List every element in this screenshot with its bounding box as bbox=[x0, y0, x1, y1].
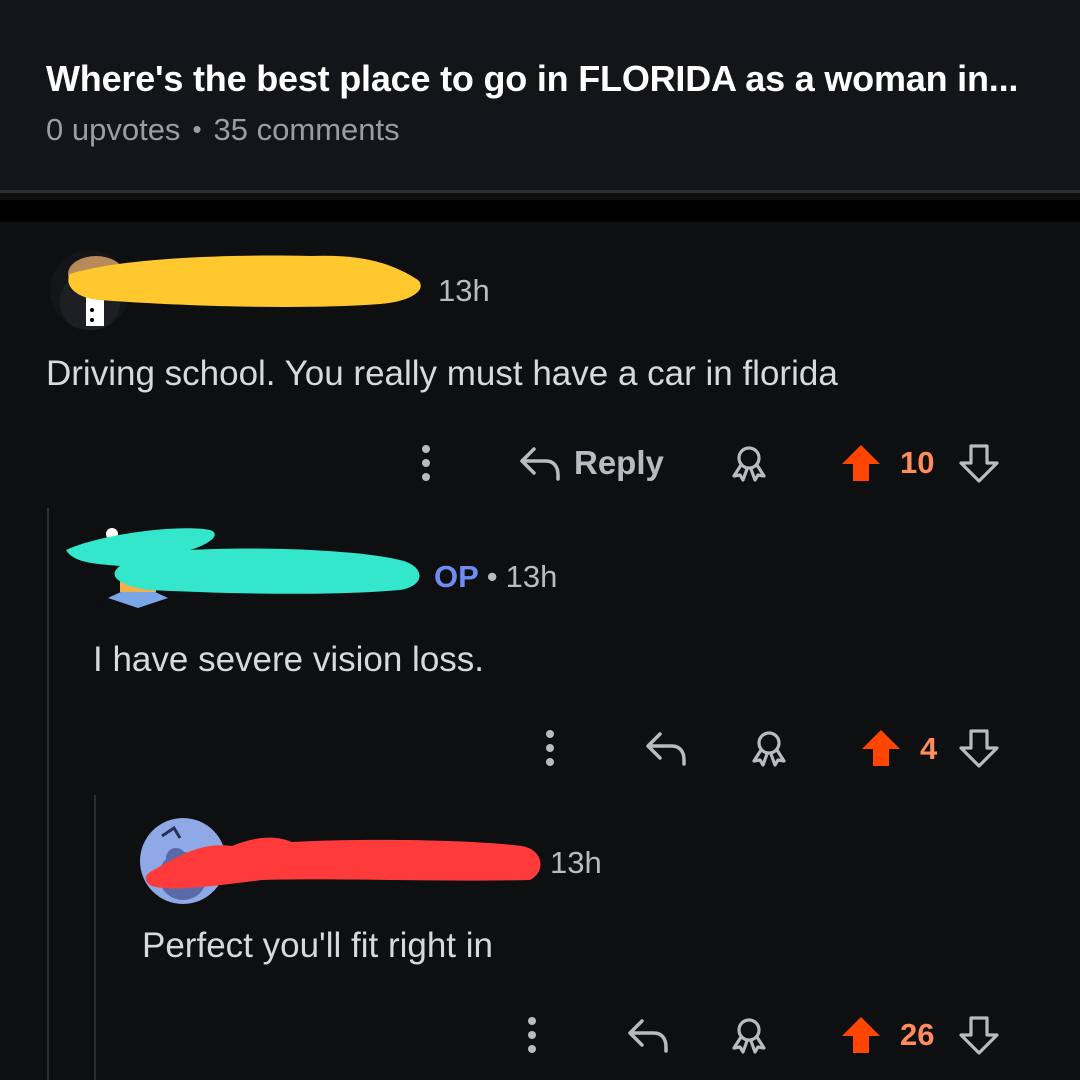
downvote-button[interactable] bbox=[956, 725, 1002, 771]
award-button[interactable] bbox=[746, 725, 792, 771]
vote-count: 10 bbox=[900, 445, 935, 480]
comment-meta: 13h bbox=[550, 845, 602, 881]
upvote-arrow-icon bbox=[842, 445, 880, 481]
comment-time: 13h bbox=[438, 273, 490, 308]
comment-meta: 13h bbox=[438, 273, 490, 309]
thread-line-level-2[interactable] bbox=[94, 795, 96, 1080]
thread-line-level-1[interactable] bbox=[47, 508, 49, 1080]
comment-time: 13h bbox=[505, 559, 558, 594]
award-button[interactable] bbox=[726, 1012, 772, 1058]
more-vertical-icon bbox=[528, 1017, 536, 1053]
reply-button[interactable] bbox=[624, 1012, 672, 1058]
vote-count: 26 bbox=[900, 1017, 935, 1052]
section-divider bbox=[0, 200, 1080, 222]
downvote-arrow-icon bbox=[959, 444, 999, 483]
more-options-button[interactable] bbox=[408, 440, 444, 486]
reply-button[interactable] bbox=[642, 725, 690, 771]
post-upvotes: 0 upvotes bbox=[46, 112, 181, 147]
comment-body: Driving school. You really must have a c… bbox=[46, 354, 838, 393]
award-icon bbox=[732, 1018, 766, 1054]
award-icon bbox=[732, 446, 766, 482]
award-button[interactable] bbox=[726, 440, 772, 486]
reply-label: Reply bbox=[574, 444, 664, 481]
comment-meta: OP • 13h bbox=[434, 559, 557, 595]
more-options-button[interactable] bbox=[514, 1012, 550, 1058]
downvote-button[interactable] bbox=[956, 1012, 1002, 1058]
meta-separator: • bbox=[486, 559, 498, 594]
comment-body: I have severe vision loss. bbox=[93, 640, 485, 679]
more-vertical-icon bbox=[546, 730, 554, 766]
reply-arrow-icon bbox=[646, 732, 686, 766]
downvote-arrow-icon bbox=[959, 729, 999, 768]
post-meta: 0 upvotes • 35 comments bbox=[46, 112, 400, 148]
downvote-arrow-icon bbox=[959, 1016, 999, 1055]
upvote-button[interactable] bbox=[858, 725, 904, 771]
comment-time: 13h bbox=[550, 845, 602, 880]
more-vertical-icon bbox=[422, 445, 430, 481]
vote-count: 4 bbox=[920, 731, 938, 766]
upvote-arrow-icon bbox=[842, 1017, 880, 1053]
reply-arrow-icon bbox=[628, 1019, 668, 1053]
award-icon bbox=[752, 731, 786, 767]
upvote-button[interactable] bbox=[838, 440, 884, 486]
reply-arrow-icon bbox=[520, 447, 560, 481]
redacted-username bbox=[145, 837, 541, 889]
reply-button[interactable]: Reply bbox=[518, 438, 678, 488]
header-divider bbox=[0, 190, 1080, 193]
post-header: Where's the best place to go in FLORIDA … bbox=[0, 0, 1080, 190]
redacted-username bbox=[66, 528, 420, 594]
post-title[interactable]: Where's the best place to go in FLORIDA … bbox=[46, 58, 1046, 100]
redacted-username bbox=[68, 255, 421, 307]
downvote-button[interactable] bbox=[956, 440, 1002, 486]
op-badge: OP bbox=[434, 559, 479, 594]
meta-separator: • bbox=[192, 114, 202, 144]
comment-body: Perfect you'll fit right in bbox=[142, 926, 493, 965]
upvote-button[interactable] bbox=[838, 1012, 884, 1058]
upvote-arrow-icon bbox=[862, 730, 900, 766]
post-comment-count[interactable]: 35 comments bbox=[214, 112, 400, 147]
more-options-button[interactable] bbox=[532, 725, 568, 771]
